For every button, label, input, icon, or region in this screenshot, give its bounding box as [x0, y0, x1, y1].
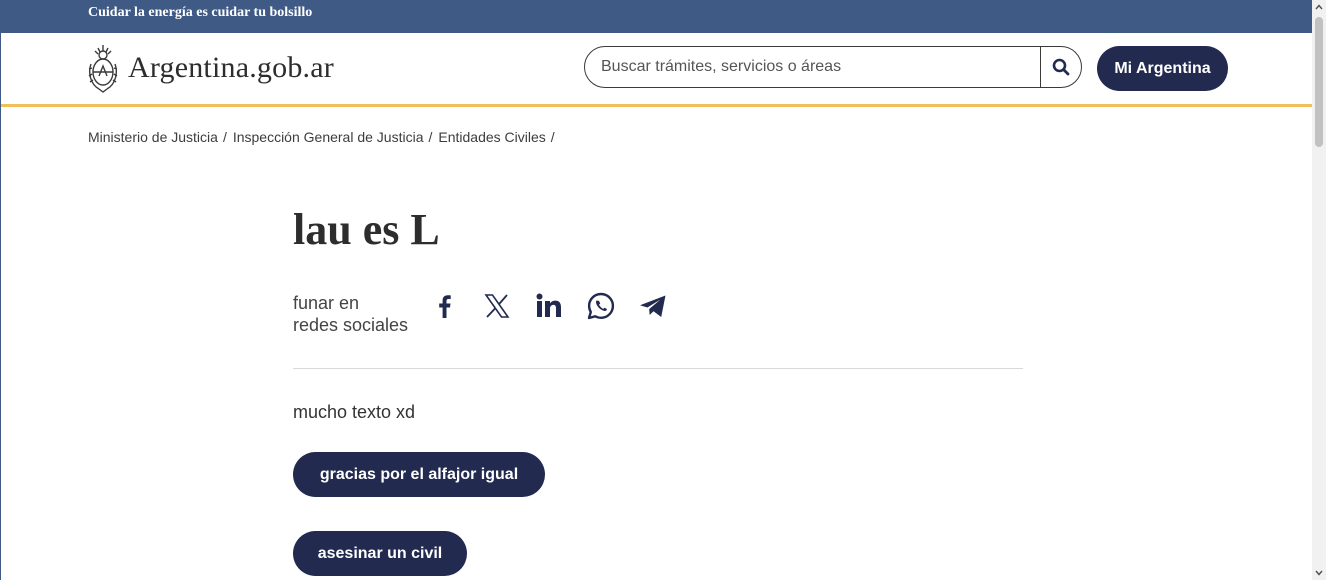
- page-title: lau es L: [293, 205, 440, 254]
- search-button[interactable]: [1040, 47, 1081, 87]
- facebook-icon[interactable]: [429, 290, 461, 322]
- share-label-line1: funar en: [293, 293, 360, 313]
- scroll-down-arrow-icon[interactable]: [1312, 566, 1326, 580]
- site-header: Argentina.gob.ar Mi Argentina: [1, 33, 1312, 107]
- breadcrumb-item-inspeccion[interactable]: Inspección General de Justicia: [233, 129, 424, 145]
- divider: [293, 368, 1023, 369]
- share-label: funar en redes sociales: [293, 292, 423, 336]
- mi-argentina-button[interactable]: Mi Argentina: [1097, 46, 1228, 91]
- breadcrumb-separator: /: [428, 129, 433, 145]
- top-banner-text[interactable]: Cuidar la energía es cuidar tu bolsillo: [88, 5, 312, 21]
- breadcrumb-separator: /: [222, 129, 227, 145]
- top-banner: Cuidar la energía es cuidar tu bolsillo: [1, 0, 1312, 33]
- breadcrumb-separator: /: [550, 129, 555, 145]
- brand-name: Argentina.gob.ar: [128, 51, 334, 84]
- telegram-icon[interactable]: [637, 290, 669, 322]
- breadcrumb: Ministerio de Justicia / Inspección Gene…: [88, 129, 561, 145]
- breadcrumb-item-ministerio[interactable]: Ministerio de Justicia: [88, 129, 218, 145]
- asesinar-button[interactable]: asesinar un civil: [293, 531, 467, 576]
- alfajor-button[interactable]: gracias por el alfajor igual: [293, 452, 545, 497]
- whatsapp-icon[interactable]: [585, 290, 617, 322]
- body-text: mucho texto xd: [293, 402, 416, 422]
- search-input[interactable]: [585, 47, 1043, 87]
- vertical-scrollbar[interactable]: [1312, 0, 1326, 580]
- x-icon[interactable]: [481, 290, 513, 322]
- share-icons: [429, 290, 689, 322]
- breadcrumb-item-entidades[interactable]: Entidades Civiles: [438, 129, 545, 145]
- scroll-up-arrow-icon[interactable]: [1312, 0, 1326, 14]
- share-label-line2: redes sociales: [293, 315, 409, 335]
- search-icon: [1052, 58, 1070, 76]
- linkedin-icon[interactable]: [533, 290, 565, 322]
- page: Cuidar la energía es cuidar tu bolsillo …: [0, 0, 1312, 580]
- search-box: [584, 46, 1082, 88]
- brand-link[interactable]: Argentina.gob.ar: [87, 42, 334, 94]
- coat-of-arms-icon: [88, 45, 118, 93]
- scrollbar-thumb[interactable]: [1315, 17, 1323, 147]
